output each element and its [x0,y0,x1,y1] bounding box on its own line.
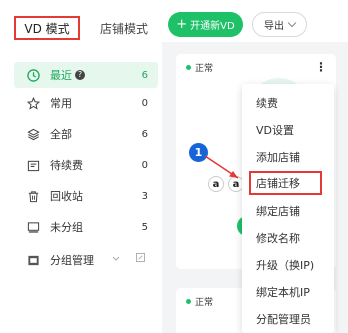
clock-icon [24,68,42,82]
menu-item-renew[interactable]: 续费 [242,91,334,115]
menu-item-bind-store[interactable]: 绑定店铺 [242,199,334,223]
open-new-vd-button[interactable]: + 开通新VD [168,12,243,37]
open-new-vd-label: 开通新VD [190,21,235,32]
sidebar-item-label: 分组管理 [50,254,94,267]
chevron-down-icon[interactable] [112,254,120,265]
menu-item-add-store[interactable]: 添加店铺 [242,145,334,169]
menu-item-assign-admin[interactable]: 分配管理员 [242,307,334,331]
sidebar-item-all[interactable]: 全部 6 [14,121,158,147]
sidebar-item-label: 回收站 [50,190,83,203]
amazon-store-icon: a [208,176,224,192]
monitor-icon [24,220,42,234]
help-icon[interactable]: ? [75,70,85,80]
top-bar: VD 模式 店铺模式 + 开通新VD 导出 [0,0,348,42]
sidebar-item-label: 全部 [50,128,72,141]
menu-item-rename[interactable]: 修改名称 [242,226,334,250]
sidebar-item-ungrouped[interactable]: 未分组 5 [14,214,158,240]
sidebar-item-recent[interactable]: 最近 ? 6 [14,62,158,88]
context-menu: 续费 VD设置 添加店铺 店铺迁移 绑定店铺 修改名称 升级（换IP) 绑定本机… [242,84,334,333]
menu-item-upgrade-ip[interactable]: 升级（换IP) [242,253,334,277]
step-number-badge: 1 [189,143,208,162]
menu-item-store-migration[interactable]: 店铺迁移 [249,171,322,195]
export-button[interactable]: 导出 [252,12,307,37]
sidebar-item-label: 最近 [50,69,72,82]
layers-icon [24,127,42,141]
plus-icon: + [176,16,188,32]
sidebar-item-count: 3 [141,190,148,202]
tab-store-mode[interactable]: 店铺模式 [100,20,148,37]
menu-item-bind-local-ip[interactable]: 绑定本机IP [242,280,334,304]
status-label: 正常 [195,298,214,308]
status-label: 正常 [195,64,214,74]
sidebar-item-count: 6 [141,69,148,81]
export-label: 导出 [264,21,284,32]
status-dot [186,299,191,304]
more-options-icon[interactable]: ⋮ [315,60,327,74]
status-dot [186,65,191,70]
calendar-icon [24,158,42,172]
folder-icon [24,253,42,267]
sidebar-item-pending-renewal[interactable]: 待续费 0 [14,152,158,178]
status-badge: 正常 [186,295,213,308]
sidebar-item-recycle-bin[interactable]: 回收站 3 [14,183,158,209]
sidebar-item-count: 5 [141,221,148,233]
sidebar-item-label: 未分组 [50,221,83,234]
tab-vd-mode[interactable]: VD 模式 [14,16,80,40]
group-manage-actions [112,253,145,265]
star-icon [24,96,42,110]
sidebar-item-count: 6 [141,128,148,140]
menu-item-vd-settings[interactable]: VD设置 [242,118,334,142]
sidebar-item-label: 待续费 [50,159,83,172]
sidebar-item-frequent[interactable]: 常用 0 [14,90,158,116]
sidebar-item-label: 常用 [50,97,72,110]
edit-icon[interactable] [136,253,145,265]
sidebar-item-count: 0 [141,159,148,171]
status-badge: 正常 [186,61,213,74]
sidebar-item-count: 0 [141,97,148,109]
trash-icon [24,189,42,203]
chevron-down-icon [287,18,297,28]
